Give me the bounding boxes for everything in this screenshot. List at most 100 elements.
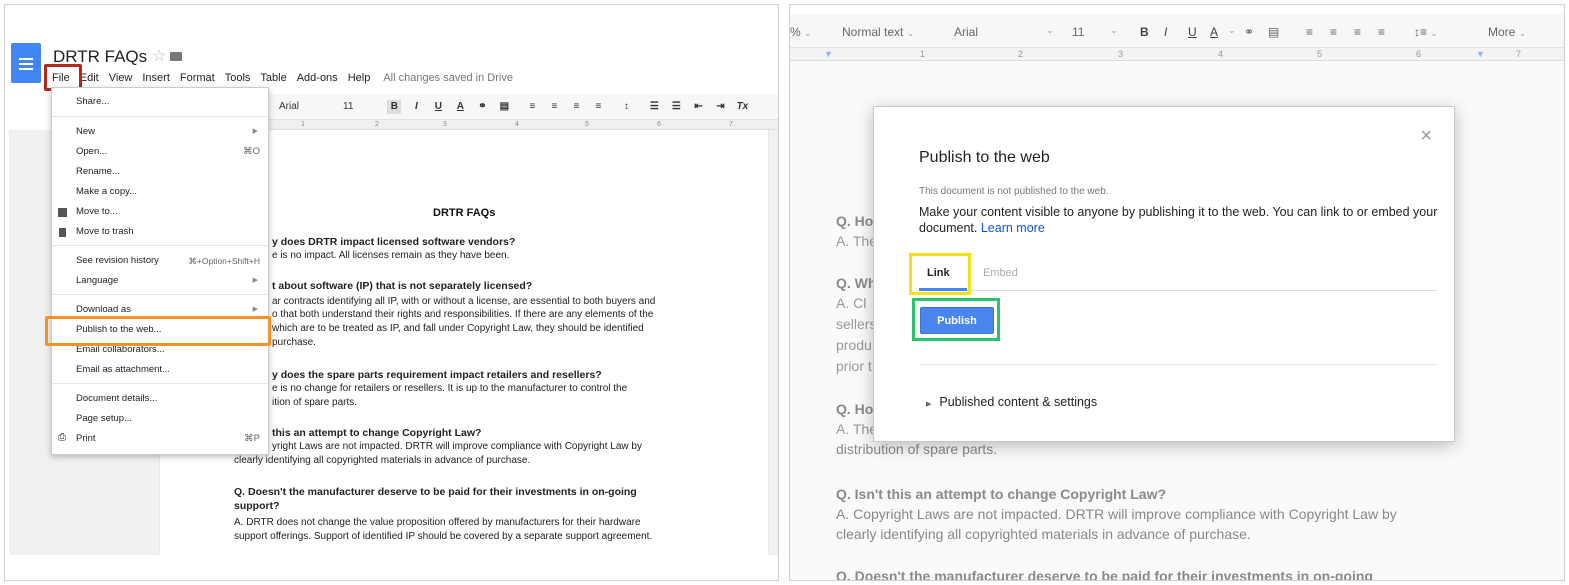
learn-more-link[interactable]: Learn more — [981, 221, 1045, 235]
menu-item-page-setup[interactable]: Page setup... — [76, 411, 264, 427]
menu-item-revision-history[interactable]: See revision history ⌘+Option+Shift+H — [76, 253, 264, 269]
bulleted-list-icon[interactable]: ☰ — [669, 100, 683, 114]
menu-item-move-trash[interactable]: Move to trash — [76, 224, 264, 240]
italic-button[interactable]: I — [409, 100, 423, 114]
text-color-button[interactable]: A — [1210, 25, 1218, 39]
menu-item-label: Move to trash — [76, 226, 134, 237]
text-color-button[interactable]: A — [453, 100, 467, 114]
numbered-list-icon[interactable]: ☰ — [647, 100, 661, 114]
link-icon[interactable]: ⚭ — [475, 100, 489, 114]
file-menu-dropdown: Share... New ▶ Open... ⌘O Rename... Make a… — [51, 87, 269, 455]
dialog-title: Publish to the web — [919, 149, 1050, 166]
docs-logo-icon[interactable] — [11, 43, 41, 83]
menu-insert[interactable]: Insert — [137, 72, 175, 84]
dialog-divider — [919, 364, 1437, 365]
link-icon[interactable]: ⚭ — [1244, 25, 1254, 39]
font-size-select[interactable]: 11 — [343, 101, 353, 112]
doc-text: Q. Wh — [836, 275, 877, 291]
bold-button[interactable]: B — [1140, 25, 1149, 39]
publish-menu-highlight — [45, 316, 271, 346]
indent-marker-icon[interactable]: ▼ — [1476, 49, 1485, 59]
close-icon[interactable]: × — [1420, 125, 1432, 148]
align-left-icon[interactable]: ≡ — [525, 100, 539, 114]
submenu-arrow-icon: ▶ — [252, 277, 258, 284]
ruler-tick: 3 — [443, 121, 447, 128]
increase-indent-icon[interactable]: ⇥ — [713, 100, 727, 114]
indent-marker-icon[interactable]: ▼ — [824, 49, 833, 59]
zoom-select[interactable]: % ⌄ — [790, 25, 812, 39]
align-center-icon[interactable]: ≡ — [1330, 25, 1337, 39]
doc-line: e is no change for retailers or reseller… — [272, 383, 628, 394]
bold-button[interactable]: B — [387, 99, 402, 114]
menu-item-label: Make a copy... — [76, 186, 138, 197]
menu-item-label: Move to... — [76, 206, 118, 217]
chevron-down-icon: ⌄ — [1046, 25, 1054, 35]
underline-button[interactable]: U — [431, 100, 445, 114]
star-icon[interactable]: ☆ — [152, 46, 166, 66]
menu-item-print[interactable]: Print ⌘P — [76, 431, 264, 447]
menu-item-label: Email as attachment... — [76, 364, 170, 375]
trash-icon — [59, 228, 66, 237]
right-screenshot-panel: % ⌄ Normal text ⌄ Arial ⌄ 11 ⌄ B I U A ⌄… — [789, 4, 1565, 581]
menu-item-language[interactable]: Language ▶ — [76, 273, 264, 289]
menu-item-email-attachment[interactable]: Email as attachment... — [76, 362, 264, 378]
doc-line: t about software (IP) that is not separa… — [272, 280, 533, 292]
align-right-icon[interactable]: ≡ — [1354, 25, 1361, 39]
menu-tools[interactable]: Tools — [220, 72, 256, 84]
ruler-tick: 4 — [1218, 49, 1224, 59]
italic-button[interactable]: I — [1164, 25, 1167, 39]
published-settings-toggle[interactable]: ▶ Published content & settings — [926, 395, 1097, 409]
menu-item-new[interactable]: New ▶ — [76, 124, 264, 140]
align-left-icon[interactable]: ≡ — [1306, 25, 1313, 39]
line-spacing-icon[interactable]: ↕≡ ⌄ — [1414, 25, 1438, 39]
font-select[interactable]: Arial — [279, 101, 299, 112]
doc-line: y does DRTR impact licensed software ven… — [272, 236, 516, 248]
doc-text: Q. Isn't this an attempt to change Copyr… — [836, 486, 1167, 502]
menu-item-share[interactable]: Share... — [76, 94, 264, 110]
menu-separator — [52, 245, 268, 246]
font-select[interactable]: Arial — [954, 25, 978, 39]
menu-item-document-details[interactable]: Document details... — [76, 391, 264, 407]
menu-table[interactable]: Table — [255, 72, 291, 84]
ruler-tick: 6 — [657, 121, 661, 128]
more-button[interactable]: More ⌄ — [1488, 25, 1526, 39]
comment-icon[interactable]: ▤ — [497, 100, 511, 114]
underline-button[interactable]: U — [1188, 25, 1197, 39]
doc-line: this an attempt to change Copyright Law? — [272, 427, 482, 439]
left-screenshot-panel: DRTR FAQs ☆ File Edit View Insert Format… — [4, 4, 779, 581]
menu-addons[interactable]: Add-ons — [292, 72, 343, 84]
line-spacing-icon[interactable]: ↕ — [619, 100, 633, 114]
menu-format[interactable]: Format — [175, 72, 220, 84]
menu-help[interactable]: Help — [343, 72, 376, 84]
tab-embed[interactable]: Embed — [983, 267, 1018, 279]
menu-separator — [52, 116, 268, 117]
justify-icon[interactable]: ≡ — [1378, 25, 1385, 39]
menu-item-rename[interactable]: Rename... — [76, 164, 264, 180]
chevron-down-icon: ⌄ — [1518, 28, 1527, 38]
doc-line: support offerings. Support of identified… — [234, 531, 653, 542]
clear-formatting-icon[interactable]: Tx — [735, 100, 749, 114]
comment-icon[interactable]: ▤ — [1268, 25, 1279, 39]
submenu-arrow-icon: ▶ — [252, 128, 258, 135]
decrease-indent-icon[interactable]: ⇤ — [691, 100, 705, 114]
folder-icon[interactable] — [170, 52, 182, 61]
style-select[interactable]: Normal text ⌄ — [842, 25, 914, 39]
ruler-tick: 2 — [1018, 49, 1024, 59]
menu-view[interactable]: View — [104, 72, 138, 84]
menu-item-make-copy[interactable]: Make a copy... — [76, 184, 264, 200]
publish-button-highlight — [912, 298, 1000, 341]
menu-item-move-to[interactable]: Move to... — [76, 204, 264, 220]
justify-icon[interactable]: ≡ — [591, 100, 605, 114]
doc-line: A. DRTR does not change the value propos… — [234, 517, 641, 528]
chevron-down-icon: ⌄ — [906, 28, 915, 38]
menu-item-open[interactable]: Open... ⌘O — [76, 144, 264, 160]
align-right-icon[interactable]: ≡ — [569, 100, 583, 114]
font-size-select[interactable]: 11 — [1072, 25, 1084, 39]
menu-item-label: New — [76, 126, 96, 137]
menu-item-label: Rename... — [76, 166, 120, 177]
align-center-icon[interactable]: ≡ — [547, 100, 561, 114]
doc-text: clearly identifying all copyrighted mate… — [836, 526, 1251, 542]
doc-line: purchase. — [272, 337, 316, 348]
doc-text: A. The — [836, 421, 877, 437]
doc-line: which are to be treated as IP, and fall … — [272, 323, 644, 334]
